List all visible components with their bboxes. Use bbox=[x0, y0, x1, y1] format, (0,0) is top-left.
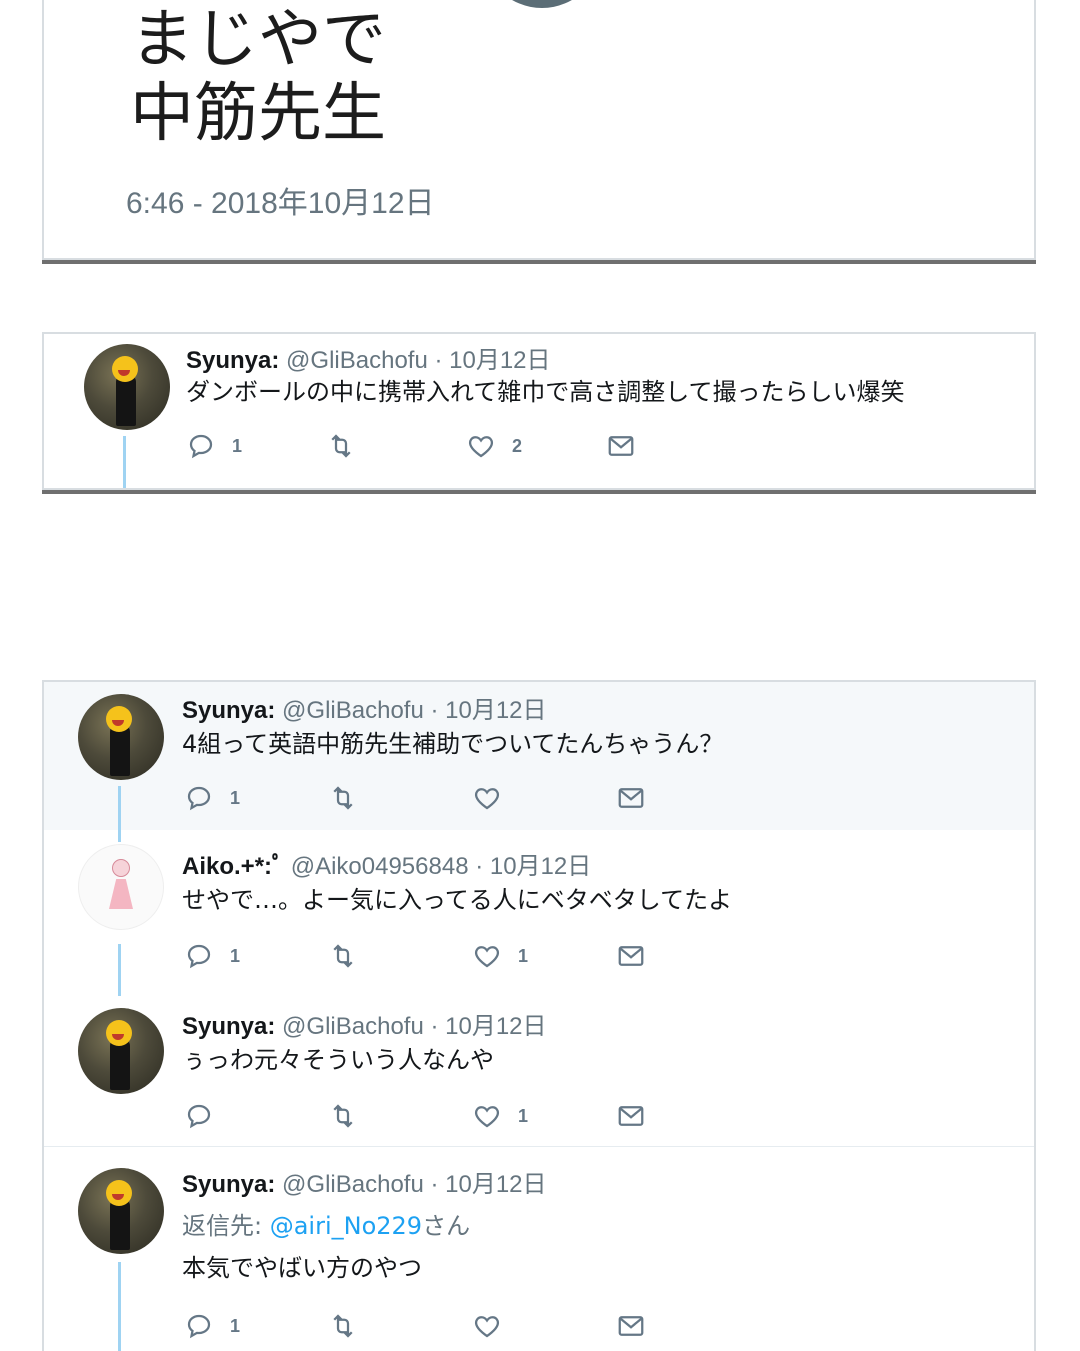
reply-button[interactable]: 1 bbox=[184, 1306, 240, 1346]
thread-item[interactable]: Syunya: @GliBachofu · 10月12日 返信先: @airi_… bbox=[44, 1148, 1034, 1351]
message-icon bbox=[608, 436, 634, 456]
tweet-card: Syunya: @GliBachofu · 10月12日 ダンボールの中に携帯入… bbox=[42, 332, 1036, 490]
thread-card: Syunya: @GliBachofu · 10月12日 4組って英語中筋先生補… bbox=[42, 680, 1036, 1351]
main-tweet-timestamp[interactable]: 6:46 - 2018年10月12日 bbox=[126, 178, 435, 222]
main-tweet-text-line1: まじやで bbox=[130, 3, 386, 77]
message-button[interactable] bbox=[616, 778, 646, 818]
like-icon bbox=[474, 1106, 500, 1128]
reply-icon bbox=[187, 1104, 211, 1129]
reply-count: 1 bbox=[230, 945, 241, 966]
tweet-header: Syunya: @GliBachofu · 10月12日 bbox=[182, 1006, 547, 1041]
retweet-button[interactable] bbox=[328, 778, 358, 818]
like-count: 1 bbox=[518, 945, 529, 966]
thread-line bbox=[118, 1262, 121, 1351]
avatar[interactable] bbox=[78, 694, 164, 780]
reply-button[interactable] bbox=[184, 1096, 230, 1136]
like-icon bbox=[474, 946, 500, 968]
thread-item[interactable]: Syunya: @GliBachofu · 10月12日 4組って英語中筋先生補… bbox=[44, 682, 1034, 842]
like-count: 2 bbox=[512, 435, 523, 456]
retweet-button[interactable] bbox=[328, 1306, 358, 1346]
reply-icon bbox=[187, 786, 211, 811]
thread-item[interactable]: Aiko.+*:ﾟ @Aiko04956848 · 10月12日 せやで…。よー… bbox=[44, 832, 1034, 996]
message-icon bbox=[618, 1316, 644, 1336]
user-name[interactable]: Syunya: bbox=[186, 347, 279, 374]
tweet-header: Syunya: @GliBachofu · 10月12日 bbox=[186, 340, 551, 375]
tweet-header: Syunya: @GliBachofu · 10月12日 bbox=[182, 690, 547, 725]
user-name[interactable]: Syunya: bbox=[182, 1013, 275, 1040]
like-button[interactable] bbox=[472, 778, 518, 818]
retweet-icon bbox=[333, 1314, 353, 1338]
retweet-button[interactable] bbox=[328, 936, 358, 976]
message-icon bbox=[618, 946, 644, 966]
reply-icon bbox=[189, 434, 213, 459]
tweet-actions: 1 bbox=[184, 1306, 664, 1346]
like-button[interactable]: 2 bbox=[466, 426, 522, 466]
user-handle-date[interactable]: @GliBachofu · 10月12日 bbox=[282, 1013, 546, 1040]
screenshot-stage: まじやで 中筋先生 6:46 - 2018年10月12日 Syunya: @Gl… bbox=[0, 0, 1080, 1351]
avatar[interactable] bbox=[84, 344, 170, 430]
reply-count: 1 bbox=[232, 435, 243, 456]
tweet-header: Syunya: @GliBachofu · 10月12日 bbox=[182, 1164, 547, 1199]
reply-count: 1 bbox=[230, 787, 241, 808]
avatar[interactable] bbox=[78, 1168, 164, 1254]
retweet-icon bbox=[333, 944, 353, 968]
tweet-text: ぅっわ元々そういう人なんや bbox=[182, 1046, 494, 1074]
reply-to-link[interactable]: @airi_No229 bbox=[270, 1212, 422, 1240]
tweet-text: 4組って英語中筋先生補助でついてたんちゃうん？ bbox=[182, 730, 724, 758]
reply-button[interactable]: 1 bbox=[184, 936, 240, 976]
reply-button[interactable]: 1 bbox=[184, 778, 240, 818]
main-tweet-card: まじやで 中筋先生 6:46 - 2018年10月12日 bbox=[42, 0, 1036, 260]
message-button[interactable] bbox=[606, 426, 636, 466]
retweet-icon bbox=[331, 434, 351, 458]
like-icon bbox=[468, 436, 494, 458]
tweet-text: 本気でやばい方のやつ bbox=[182, 1254, 422, 1282]
message-icon bbox=[618, 1106, 644, 1126]
message-button[interactable] bbox=[616, 1096, 646, 1136]
retweet-icon bbox=[333, 786, 353, 810]
like-button[interactable]: 1 bbox=[472, 936, 528, 976]
reply-icon bbox=[187, 1314, 211, 1339]
tweet-header: Aiko.+*:ﾟ @Aiko04956848 · 10月12日 bbox=[182, 846, 591, 881]
thread-line bbox=[123, 436, 126, 488]
tweet-actions: 1 1 bbox=[184, 936, 664, 976]
reply-button[interactable]: 1 bbox=[186, 426, 242, 466]
main-tweet-text-line2: 中筋先生 bbox=[130, 77, 386, 151]
retweet-button[interactable] bbox=[326, 426, 356, 466]
user-name[interactable]: Aiko.+*:ﾟ bbox=[182, 853, 284, 880]
avatar[interactable] bbox=[78, 1008, 164, 1094]
user-handle-date[interactable]: @GliBachofu · 10月12日 bbox=[286, 347, 550, 374]
tweet-actions: 1 bbox=[184, 1096, 664, 1136]
tweet-actions: 1 bbox=[184, 778, 664, 818]
message-button[interactable] bbox=[616, 1306, 646, 1346]
user-handle-date[interactable]: @GliBachofu · 10月12日 bbox=[282, 697, 546, 724]
like-count: 1 bbox=[518, 1105, 529, 1126]
thread-item[interactable]: Syunya: @GliBachofu · 10月12日 ぅっわ元々そういう人な… bbox=[44, 992, 1034, 1146]
avatar[interactable] bbox=[78, 844, 164, 930]
reply-to-suffix: さん bbox=[422, 1212, 471, 1240]
user-name[interactable]: Syunya: bbox=[182, 697, 275, 724]
like-icon bbox=[474, 1316, 500, 1338]
tweet-text: ダンボールの中に携帯入れて雑巾で高さ調整して撮ったらしい爆笑 bbox=[186, 378, 905, 406]
user-handle-date[interactable]: @GliBachofu · 10月12日 bbox=[282, 1171, 546, 1198]
tweet-actions: 1 2 bbox=[186, 426, 666, 466]
reply-icon bbox=[187, 944, 211, 969]
divider bbox=[44, 1146, 1034, 1147]
like-icon bbox=[474, 788, 500, 810]
user-name[interactable]: Syunya: bbox=[182, 1171, 275, 1198]
tweet-text: せやで…。よー気に入ってる人にベタベタしてたよ bbox=[182, 886, 733, 914]
tweet-item[interactable]: Syunya: @GliBachofu · 10月12日 ダンボールの中に携帯入… bbox=[44, 334, 1034, 488]
like-button[interactable] bbox=[472, 1306, 518, 1346]
avatar[interactable] bbox=[482, 0, 602, 8]
reply-to-prefix: 返信先: bbox=[182, 1212, 270, 1240]
doll-illustration bbox=[109, 859, 133, 917]
message-icon bbox=[618, 788, 644, 808]
thread-line bbox=[118, 944, 121, 996]
retweet-icon bbox=[333, 1104, 353, 1128]
user-handle-date[interactable]: @Aiko04956848 · 10月12日 bbox=[291, 853, 592, 880]
reply-to-line: 返信先: @airi_No229さん bbox=[182, 1206, 470, 1241]
retweet-button[interactable] bbox=[328, 1096, 358, 1136]
like-button[interactable]: 1 bbox=[472, 1096, 528, 1136]
reply-count: 1 bbox=[230, 1315, 241, 1336]
message-button[interactable] bbox=[616, 936, 646, 976]
